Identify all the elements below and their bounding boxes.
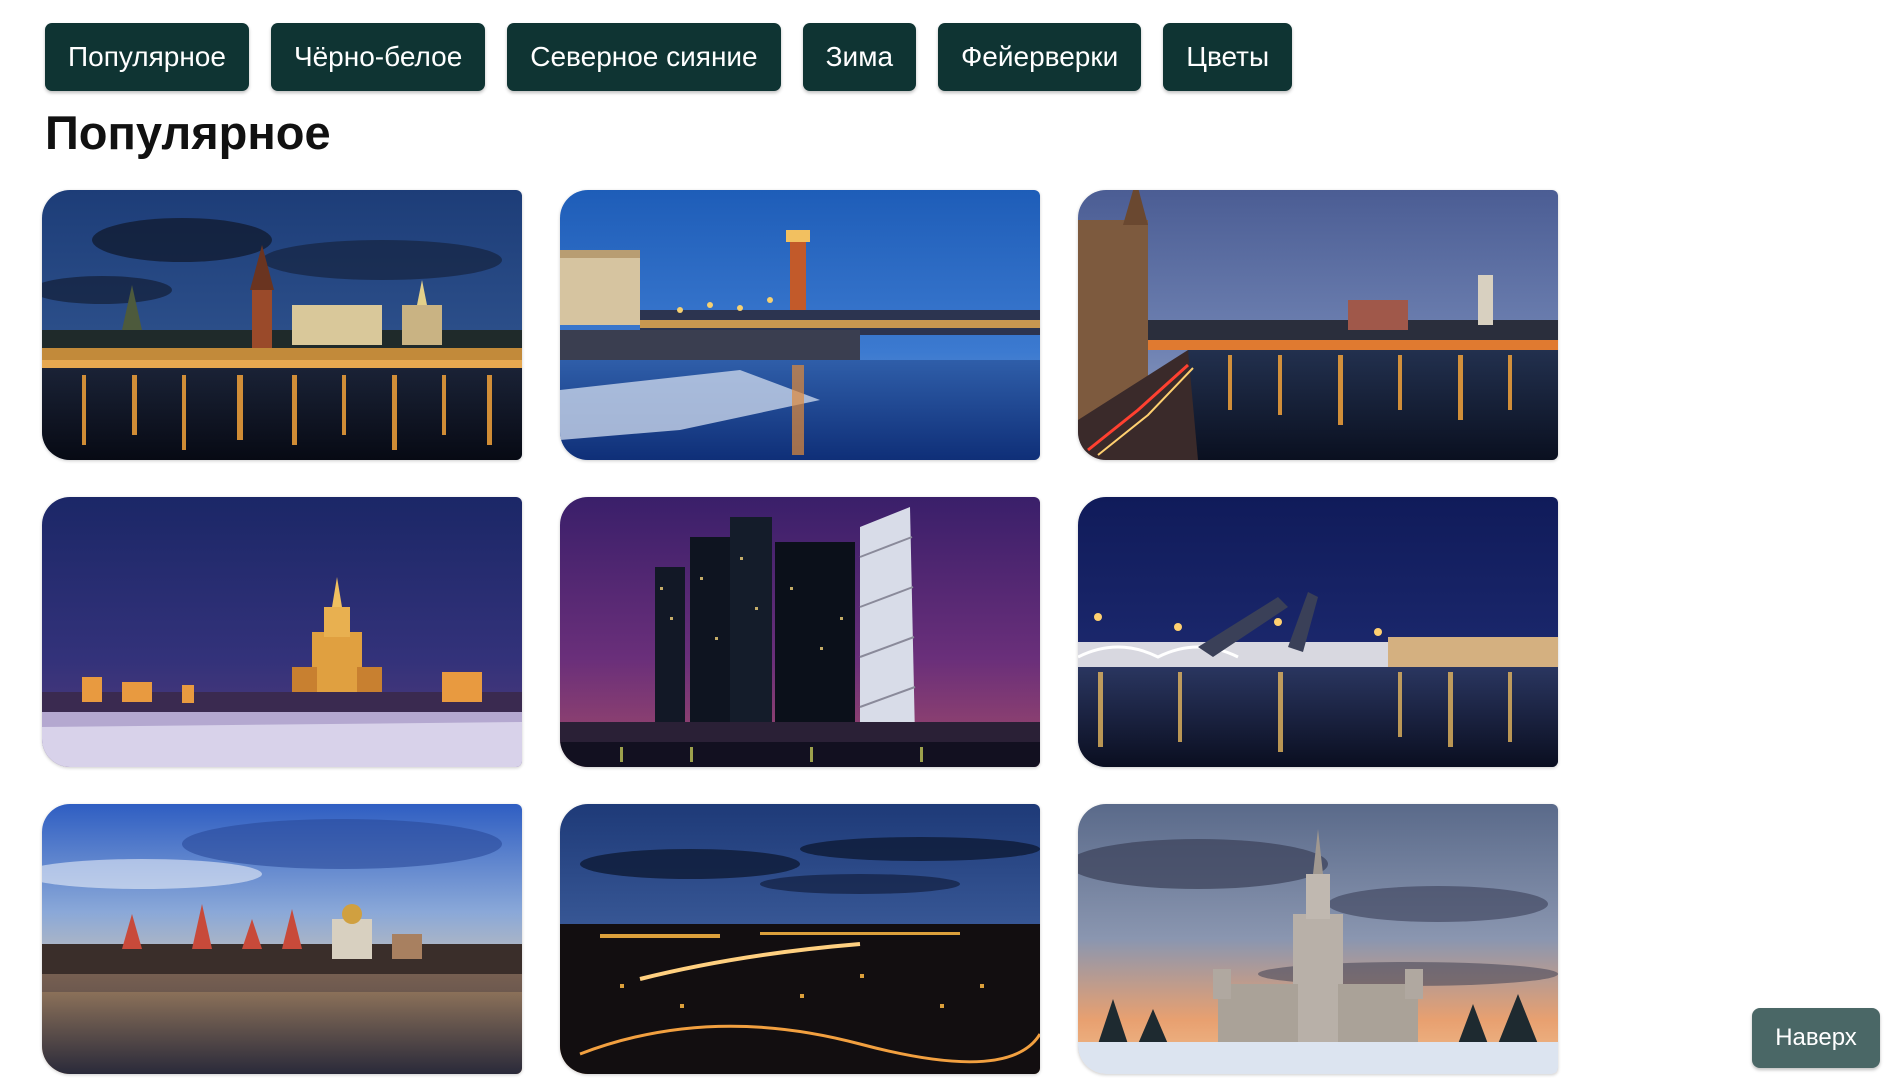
gallery-photo-kremlin-embankment[interactable] bbox=[1078, 190, 1558, 460]
photo-rostral-column bbox=[560, 190, 1040, 460]
photo-kremlin-embankment bbox=[1078, 190, 1558, 460]
photo-msu-winter bbox=[1078, 804, 1558, 1074]
photo-moscow-city bbox=[560, 497, 1040, 767]
category-button-northern-lights[interactable]: Северное сияние bbox=[507, 23, 781, 91]
scroll-to-top-button[interactable]: Наверх bbox=[1752, 1008, 1880, 1068]
photo-city-lights bbox=[560, 804, 1040, 1074]
category-button-winter[interactable]: Зима bbox=[802, 23, 917, 91]
gallery-photo-kremlin-river-night[interactable] bbox=[42, 190, 522, 460]
photo-gallery bbox=[42, 190, 1558, 1074]
gallery-photo-moscow-city[interactable] bbox=[560, 497, 1040, 767]
gallery-photo-rostral-column[interactable] bbox=[560, 190, 1040, 460]
gallery-photo-msu-winter[interactable] bbox=[1078, 804, 1558, 1074]
page: Популярное Чёрно-белое Северное сияние З… bbox=[0, 0, 1898, 1080]
gallery-photo-highrise-winter[interactable] bbox=[42, 497, 522, 767]
category-button-fireworks[interactable]: Фейерверки bbox=[938, 23, 1142, 91]
gallery-photo-city-lights[interactable] bbox=[560, 804, 1040, 1074]
photo-highrise-winter bbox=[42, 497, 522, 767]
category-nav: Популярное Чёрно-белое Северное сияние З… bbox=[45, 23, 1293, 91]
photo-drawbridge bbox=[1078, 497, 1558, 767]
photo-kremlin-river-night bbox=[42, 190, 522, 460]
gallery-photo-drawbridge[interactable] bbox=[1078, 497, 1558, 767]
photo-izmailovo-kremlin bbox=[42, 804, 522, 1074]
section-title: Популярное bbox=[45, 106, 331, 159]
category-button-flowers[interactable]: Цветы bbox=[1163, 23, 1293, 91]
gallery-photo-izmailovo-kremlin[interactable] bbox=[42, 804, 522, 1074]
category-button-black-white[interactable]: Чёрно-белое bbox=[270, 23, 486, 91]
category-button-popular[interactable]: Популярное bbox=[45, 23, 249, 91]
